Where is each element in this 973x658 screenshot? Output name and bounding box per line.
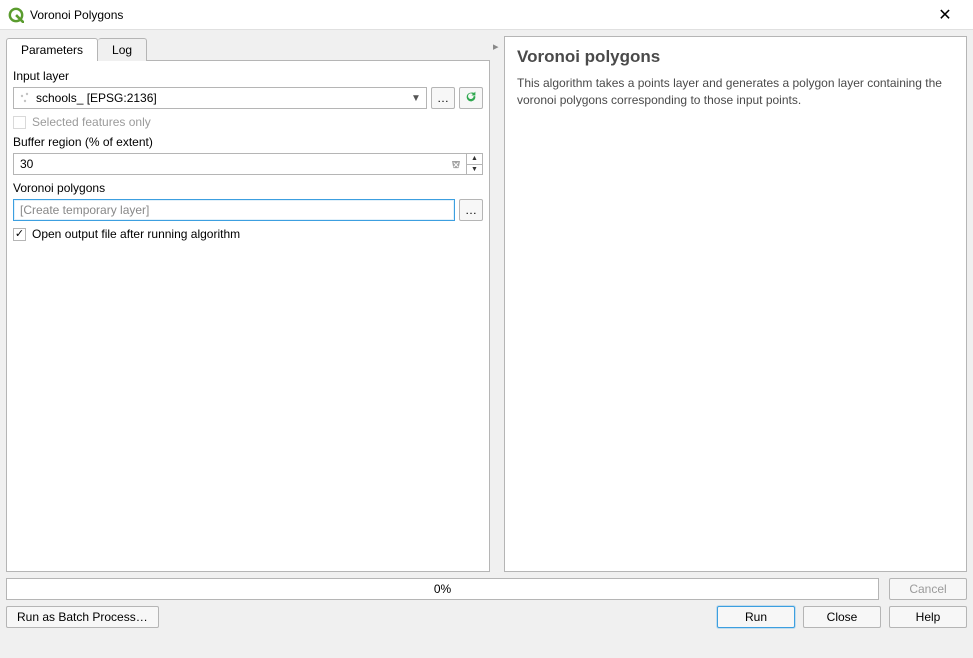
help-panel: Voronoi polygons This algorithm takes a … [504, 36, 967, 572]
buffer-step-up[interactable]: ▲ [467, 154, 482, 165]
reload-icon [464, 90, 478, 107]
splitter-collapse-icon[interactable]: ▸ [493, 40, 501, 54]
close-button[interactable]: Close [803, 606, 881, 628]
open-output-checkbox[interactable] [13, 228, 26, 241]
chevron-down-icon[interactable]: ▼ [408, 93, 424, 104]
run-button[interactable]: Run [717, 606, 795, 628]
run-batch-button[interactable]: Run as Batch Process… [6, 606, 159, 628]
buffer-label: Buffer region (% of extent) [13, 135, 483, 149]
voronoi-output-browse-button[interactable]: … [459, 199, 483, 221]
main-content: Parameters Log Input layer schools_ [EPS… [0, 30, 973, 578]
buffer-step-down[interactable]: ▼ [467, 165, 482, 175]
buffer-spinbox[interactable]: 30 ▲ ▼ [13, 153, 483, 175]
tabs: Parameters Log [6, 36, 490, 60]
qgis-icon [8, 7, 24, 23]
input-layer-value: schools_ [EPSG:2136] [36, 91, 408, 105]
footer: 0% Cancel Run as Batch Process… Run Clos… [0, 578, 973, 634]
open-output-label: Open output file after running algorithm [32, 227, 240, 241]
input-layer-combo[interactable]: schools_ [EPSG:2136] ▼ [13, 87, 427, 109]
buffer-value[interactable]: 30 [14, 154, 446, 174]
close-icon[interactable]: ✕ [925, 5, 965, 25]
input-layer-browse-button[interactable]: … [431, 87, 455, 109]
help-description: This algorithm takes a points layer and … [517, 75, 954, 109]
splitter[interactable]: ▸ [492, 36, 502, 572]
tab-parameters[interactable]: Parameters [6, 38, 98, 61]
voronoi-placeholder: [Create temporary layer] [20, 203, 149, 217]
point-layer-icon [18, 91, 32, 105]
window-title: Voronoi Polygons [30, 8, 123, 22]
progress-text: 0% [434, 582, 451, 596]
parameters-panel: Input layer schools_ [EPSG:2136] ▼ … [6, 60, 490, 572]
voronoi-output-label: Voronoi polygons [13, 181, 483, 195]
help-button[interactable]: Help [889, 606, 967, 628]
input-layer-label: Input layer [13, 69, 483, 83]
title-bar: Voronoi Polygons ✕ [0, 0, 973, 30]
tab-log[interactable]: Log [98, 38, 147, 61]
buffer-clear-button[interactable] [446, 154, 466, 174]
progress-bar: 0% [6, 578, 879, 600]
left-panel: Parameters Log Input layer schools_ [EPS… [6, 36, 490, 572]
input-layer-reload-button[interactable] [459, 87, 483, 109]
selected-only-label: Selected features only [32, 115, 151, 129]
selected-only-checkbox [13, 116, 26, 129]
voronoi-output-input[interactable]: [Create temporary layer] [13, 199, 455, 221]
help-title: Voronoi polygons [517, 47, 954, 67]
cancel-button: Cancel [889, 578, 967, 600]
